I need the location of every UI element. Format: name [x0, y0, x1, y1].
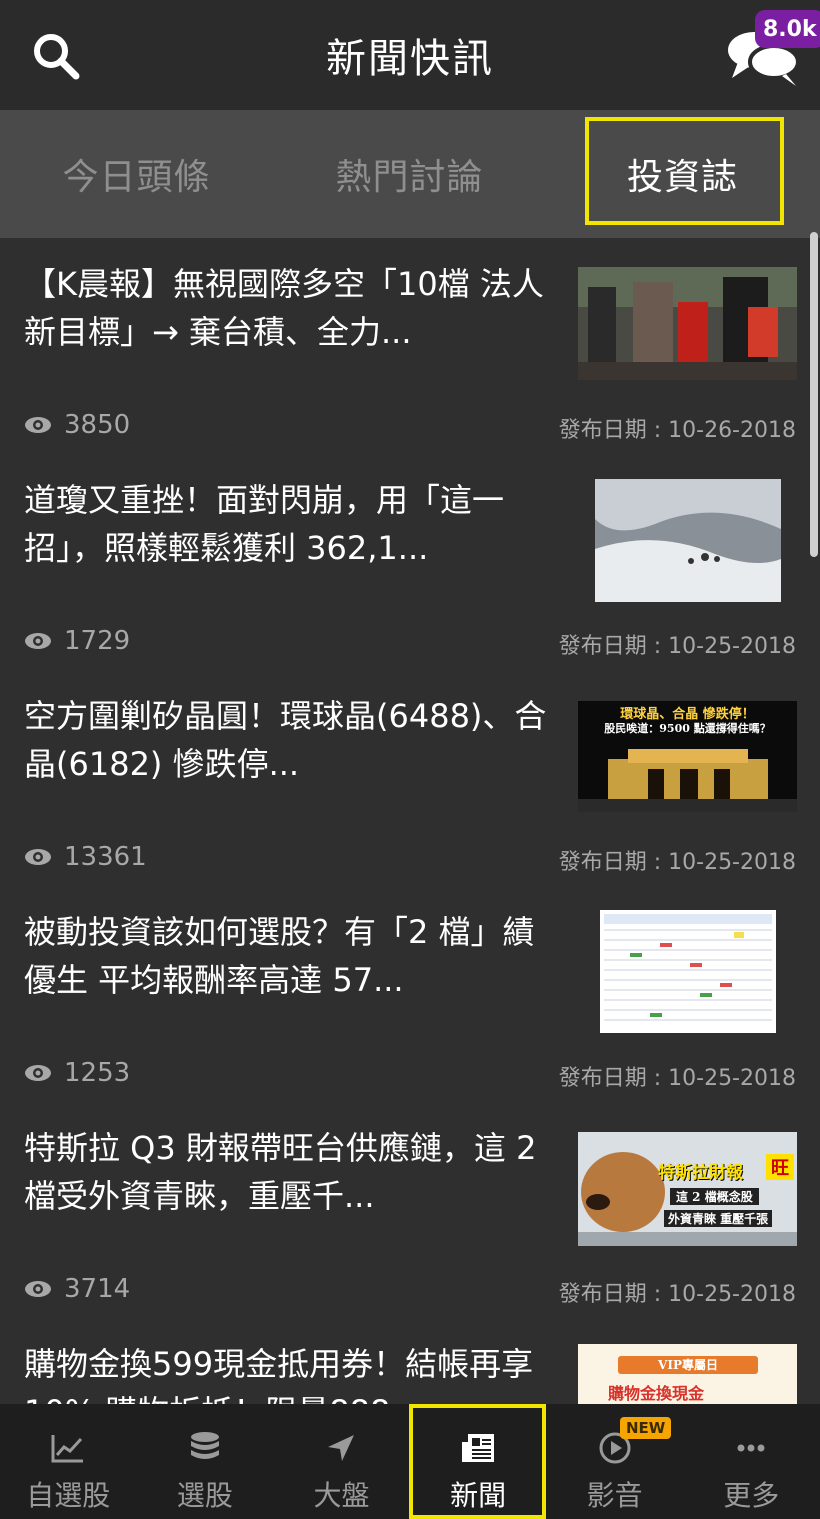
scrollbar[interactable] [810, 232, 818, 557]
article-list[interactable]: 【K晨報】無視國際多空「10檔 法人新目標」→ 棄台積、全力... 3850 發… [0, 240, 808, 1405]
article-item[interactable]: 被動投資該如何選股？有「2 檔」績優生 平均報酬率高達 57... 1253 發… [0, 888, 808, 1104]
publish-date: 發布日期 : 10-25-2018 [558, 1282, 796, 1307]
article-thumbnail [600, 910, 776, 1033]
view-count-value: 1253 [64, 1058, 131, 1088]
article-thumbnail: 特斯拉財報 旺 這 2 檔概念股 外資青睞 重壓千張 [578, 1132, 797, 1246]
article-item[interactable]: 道瓊又重挫！面對閃崩，用「這一招」，照樣輕鬆獲利 362,1... 1729 發… [0, 456, 808, 672]
view-count-value: 1729 [64, 626, 131, 656]
nav-stock-picker[interactable]: 選股 [137, 1404, 274, 1519]
article-headline[interactable]: 【K晨報】無視國際多空「10檔 法人新目標」→ 棄台積、全力... [24, 260, 554, 356]
article-headline[interactable]: 空方圍剿矽晶圓！環球晶(6488)、合晶(6182) 慘跌停... [24, 692, 554, 788]
more-dots-icon [736, 1428, 766, 1468]
thumbnail-caption: 外資青睞 重壓千張 [664, 1210, 773, 1227]
eye-icon [25, 1281, 51, 1297]
thumbnail-caption: 特斯拉財報 [658, 1163, 743, 1183]
nav-highlight-box [409, 1404, 546, 1519]
nav-more[interactable]: 更多 [683, 1404, 820, 1519]
article-headline[interactable]: 道瓊又重挫！面對閃崩，用「這一招」，照樣輕鬆獲利 362,1... [24, 476, 554, 572]
nav-label: 更多 [723, 1479, 780, 1512]
tab-hot-discussion[interactable]: 熱門討論 [273, 110, 546, 238]
page-title: 新聞快訊 [326, 36, 494, 82]
nav-label: 選股 [176, 1479, 233, 1512]
tab-today-headlines[interactable]: 今日頭條 [0, 110, 273, 238]
article-thumbnail: VIP專屬日 購物金換現金 [578, 1344, 797, 1405]
view-count: 13361 [24, 842, 147, 872]
new-badge: NEW [620, 1417, 672, 1439]
article-thumbnail: 環球晶、合晶 慘跌停！ 股民唉道：9500 點還撐得住嗎？ [578, 701, 797, 812]
article-headline[interactable]: 特斯拉 Q3 財報帶旺台供應鏈，這 2 檔受外資青睞，重壓千... [24, 1124, 554, 1220]
eye-icon [25, 1065, 51, 1081]
view-count: 3714 [24, 1274, 130, 1304]
tab-highlight-box [585, 117, 784, 225]
article-headline[interactable]: 購物金換599現金抵用券！結帳再享10% 購物折抵！限量888... [24, 1340, 554, 1405]
view-count: 1253 [24, 1058, 130, 1088]
view-count: 3850 [24, 410, 130, 440]
publish-date: 發布日期 : 10-25-2018 [558, 850, 796, 875]
nav-label: 影音 [586, 1479, 643, 1512]
nav-label: 大盤 [313, 1479, 370, 1512]
top-app-bar: 新聞快訊 8.0k [0, 0, 820, 110]
notification-badge: 8.0k [755, 10, 820, 48]
thumbnail-caption: 這 2 檔概念股 [670, 1188, 759, 1205]
article-item[interactable]: 購物金換599現金抵用券！結帳再享10% 購物折抵！限量888... VIP專屬… [0, 1320, 808, 1405]
publish-date: 發布日期 : 10-26-2018 [558, 418, 796, 443]
thumbnail-caption: 購物金換現金 [608, 1384, 705, 1403]
nav-label: 自選股 [26, 1479, 111, 1512]
eye-icon [25, 633, 51, 649]
navigation-arrow-icon [326, 1428, 356, 1468]
thumbnail-caption: VIP專屬日 [618, 1356, 758, 1374]
view-count-value: 3714 [64, 1274, 131, 1304]
publish-date: 發布日期 : 10-25-2018 [558, 1066, 796, 1091]
nav-market[interactable]: 大盤 [273, 1404, 410, 1519]
publish-date: 發布日期 : 10-25-2018 [558, 634, 796, 659]
eye-icon [25, 849, 51, 865]
article-item[interactable]: 特斯拉 Q3 財報帶旺台供應鏈，這 2 檔受外資青睞，重壓千... 特斯拉財報 … [0, 1104, 808, 1320]
nav-watchlist[interactable]: 自選股 [0, 1404, 137, 1519]
thumbnail-caption: 股民唉道：9500 點還撐得住嗎？ [604, 722, 771, 735]
article-thumbnail [578, 267, 797, 380]
coin-stack-icon [189, 1428, 221, 1468]
line-chart-icon [51, 1428, 85, 1468]
view-count-value: 3850 [64, 410, 131, 440]
view-count: 1729 [24, 626, 130, 656]
view-count-value: 13361 [64, 842, 147, 872]
article-headline[interactable]: 被動投資該如何選股？有「2 檔」績優生 平均報酬率高達 57... [24, 908, 554, 1004]
article-item[interactable]: 【K晨報】無視國際多空「10檔 法人新目標」→ 棄台積、全力... 3850 發… [0, 240, 808, 456]
thumbnail-caption: 旺 [766, 1154, 794, 1180]
article-thumbnail [595, 479, 781, 602]
article-item[interactable]: 空方圍剿矽晶圓！環球晶(6488)、合晶(6182) 慘跌停... 環球晶、合晶… [0, 672, 808, 888]
eye-icon [25, 417, 51, 433]
